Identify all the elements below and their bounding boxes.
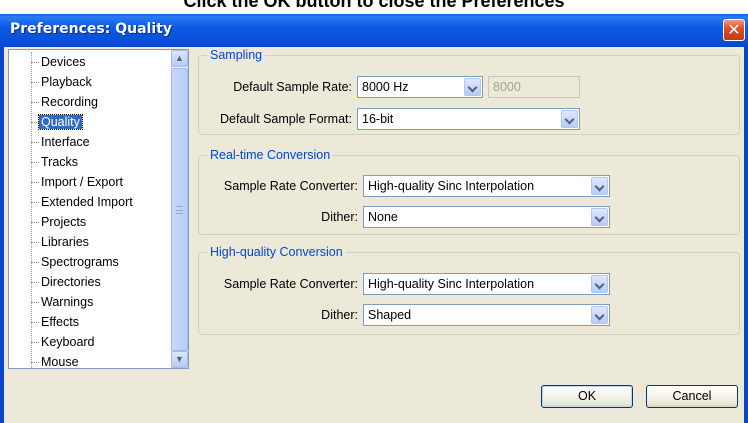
realtime-dither-select[interactable]: None [363, 206, 610, 228]
tree-item-keyboard[interactable]: Keyboard [9, 332, 169, 352]
close-button[interactable]: ✕ [723, 19, 745, 41]
ok-button[interactable]: OK [541, 385, 633, 408]
realtime-sample-rate-converter-select[interactable]: High-quality Sinc Interpolation [363, 175, 610, 197]
realtime-dither-label: Dither: [321, 210, 358, 224]
default-sample-format-label: Default Sample Format: [220, 112, 352, 126]
close-icon: ✕ [727, 20, 741, 39]
tree-item-directories[interactable]: Directories [9, 272, 169, 292]
chevron-down-icon [464, 78, 481, 96]
window-title: Preferences: Quality [10, 21, 172, 37]
default-sample-rate-select[interactable]: 8000 Hz [357, 76, 483, 98]
tree-item-playback[interactable]: Playback [9, 72, 169, 92]
tree-item-recording[interactable]: Recording [9, 92, 169, 112]
default-sample-format-select[interactable]: 16-bit [357, 108, 580, 130]
chevron-up-icon: ▲ [175, 53, 184, 63]
tree-item-projects[interactable]: Projects [9, 212, 169, 232]
instruction-text: Click the OK button to close the Prefere… [183, 0, 565, 11]
cancel-button[interactable]: Cancel [646, 385, 738, 408]
tree-item-libraries[interactable]: Libraries [9, 232, 169, 252]
custom-sample-rate-input: 8000 [488, 76, 580, 98]
tree-item-spectrograms[interactable]: Spectrograms [9, 252, 169, 272]
tree-item-import-export[interactable]: Import / Export [9, 172, 169, 192]
realtime-conversion-group-title: Real-time Conversion [207, 148, 334, 162]
preferences-category-tree[interactable]: Devices Playback Recording Quality Inter… [8, 49, 189, 369]
default-sample-rate-label: Default Sample Rate: [233, 80, 352, 94]
tree-item-quality[interactable]: Quality [9, 112, 169, 132]
tree-item-warnings[interactable]: Warnings [9, 292, 169, 312]
tree-item-tracks[interactable]: Tracks [9, 152, 169, 172]
chevron-down-icon [591, 177, 608, 195]
chevron-down-icon [591, 306, 608, 324]
scroll-down-button[interactable]: ▼ [171, 351, 188, 368]
grip-icon [176, 206, 183, 214]
tree-item-interface[interactable]: Interface [9, 132, 169, 152]
chevron-down-icon [591, 208, 608, 226]
highquality-dither-label: Dither: [321, 308, 358, 322]
highquality-dither-select[interactable]: Shaped [363, 304, 610, 326]
scrollbar-thumb[interactable] [171, 68, 188, 351]
tree-item-mouse[interactable]: Mouse [9, 352, 169, 368]
instruction-banner: Click the OK button to close the Prefere… [0, 0, 748, 14]
chevron-down-icon [591, 275, 608, 293]
window-titlebar[interactable]: Preferences: Quality ✕ [0, 14, 748, 47]
scroll-up-button[interactable]: ▲ [171, 50, 188, 67]
highquality-sample-rate-converter-label: Sample Rate Converter: [223, 277, 358, 291]
realtime-sample-rate-converter-label: Sample Rate Converter: [223, 179, 358, 193]
sampling-group-title: Sampling [207, 48, 266, 62]
tree-item-extended-import[interactable]: Extended Import [9, 192, 169, 212]
chevron-down-icon: ▼ [175, 354, 184, 364]
tree-scrollbar[interactable]: ▲ ▼ [171, 50, 188, 368]
highquality-sample-rate-converter-select[interactable]: High-quality Sinc Interpolation [363, 273, 610, 295]
tree-item-effects[interactable]: Effects [9, 312, 169, 332]
tree-item-devices[interactable]: Devices [9, 52, 169, 72]
chevron-down-icon [561, 110, 578, 128]
highquality-conversion-group-title: High-quality Conversion [207, 245, 346, 259]
